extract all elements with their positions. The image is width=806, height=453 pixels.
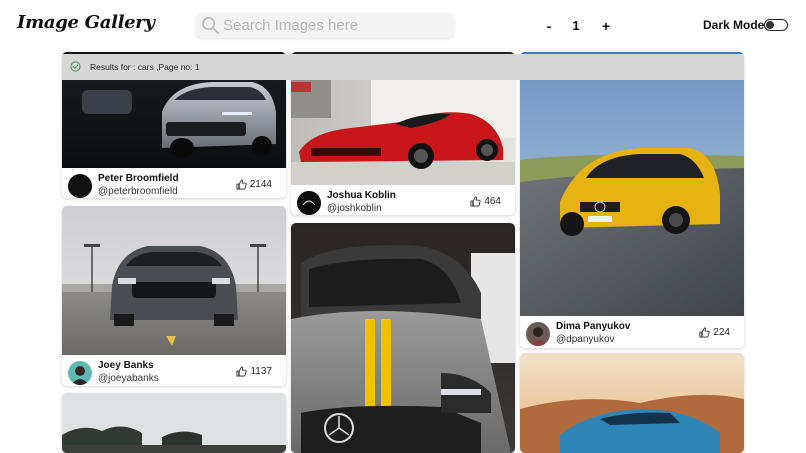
like-count[interactable]: 1137 — [236, 366, 272, 377]
results-banner: Results for : cars ,Page no: 1 — [62, 54, 744, 80]
search-input[interactable] — [223, 15, 448, 36]
avatar[interactable] — [68, 361, 92, 385]
avatar-person-icon — [71, 366, 89, 385]
avatar[interactable] — [68, 174, 92, 198]
thumbs-up-icon — [470, 196, 481, 207]
author-handle[interactable]: @peterbroomfield — [98, 186, 178, 197]
mercedes-amg-image — [291, 223, 515, 453]
results-text: Results for : cars ,Page no: 1 — [90, 62, 200, 72]
author-name[interactable]: Dima Panyukov — [556, 321, 630, 332]
car-photo[interactable] — [520, 353, 744, 453]
image-card[interactable]: Dima Panyukov @dpanyukov 224 — [520, 52, 744, 348]
thumbs-up-icon — [236, 179, 247, 190]
card-footer: Joey Banks @joeyabanks 1137 — [62, 355, 286, 386]
search-icon — [202, 17, 220, 35]
author-name[interactable]: Joey Banks — [98, 360, 154, 371]
avatar-person-icon — [529, 327, 547, 346]
like-count-value: 1137 — [250, 366, 272, 378]
image-card[interactable] — [62, 393, 286, 453]
like-count-value: 464 — [484, 196, 501, 208]
avatar-logo-icon — [297, 191, 321, 215]
dark-mode-toggle[interactable] — [764, 19, 788, 31]
prev-page-button[interactable]: - — [539, 16, 559, 36]
landscape-image — [62, 393, 286, 453]
image-card[interactable]: Joey Banks @joeyabanks 1137 — [62, 206, 286, 386]
car-photo[interactable] — [62, 393, 286, 453]
search-bar[interactable] — [196, 13, 454, 38]
card-footer: Peter Broomfield @peterbroomfield 2144 — [62, 168, 286, 198]
like-count[interactable]: 2144 — [236, 179, 272, 190]
mustang-image — [62, 206, 286, 355]
amg-gt-image — [520, 52, 744, 316]
author-handle[interactable]: @dpanyukov — [556, 334, 615, 345]
blue-sports-car-image — [520, 353, 744, 453]
car-photo[interactable] — [62, 206, 286, 355]
author-handle[interactable]: @joshkoblin — [327, 203, 382, 214]
image-card[interactable] — [291, 223, 515, 453]
card-footer: Joshua Koblin @joshkoblin 464 — [291, 185, 515, 215]
car-photo[interactable] — [291, 223, 515, 453]
like-count[interactable]: 464 — [470, 196, 501, 207]
car-photo[interactable] — [520, 52, 744, 316]
author-handle[interactable]: @joeyabanks — [98, 373, 159, 384]
app-logo[interactable]: Image Gallery — [17, 12, 155, 33]
next-page-button[interactable]: + — [596, 16, 616, 36]
page-number: 1 — [572, 18, 580, 33]
check-circle-icon — [70, 61, 81, 72]
toggle-knob — [766, 20, 774, 29]
dark-mode-label: Dark Mode — [703, 18, 765, 32]
like-count-value: 224 — [713, 327, 730, 339]
card-footer: Dima Panyukov @dpanyukov 224 — [520, 316, 744, 348]
avatar[interactable] — [526, 322, 550, 346]
thumbs-up-icon — [236, 366, 248, 377]
like-count-value: 2144 — [249, 179, 272, 191]
header: Image Gallery - 1 + Dark Mode — [0, 0, 806, 52]
image-card[interactable] — [520, 353, 744, 453]
author-name[interactable]: Peter Broomfield — [98, 173, 179, 184]
author-name[interactable]: Joshua Koblin — [327, 190, 396, 201]
avatar[interactable] — [297, 191, 321, 215]
thumbs-up-icon — [699, 327, 710, 338]
like-count[interactable]: 224 — [699, 327, 730, 338]
